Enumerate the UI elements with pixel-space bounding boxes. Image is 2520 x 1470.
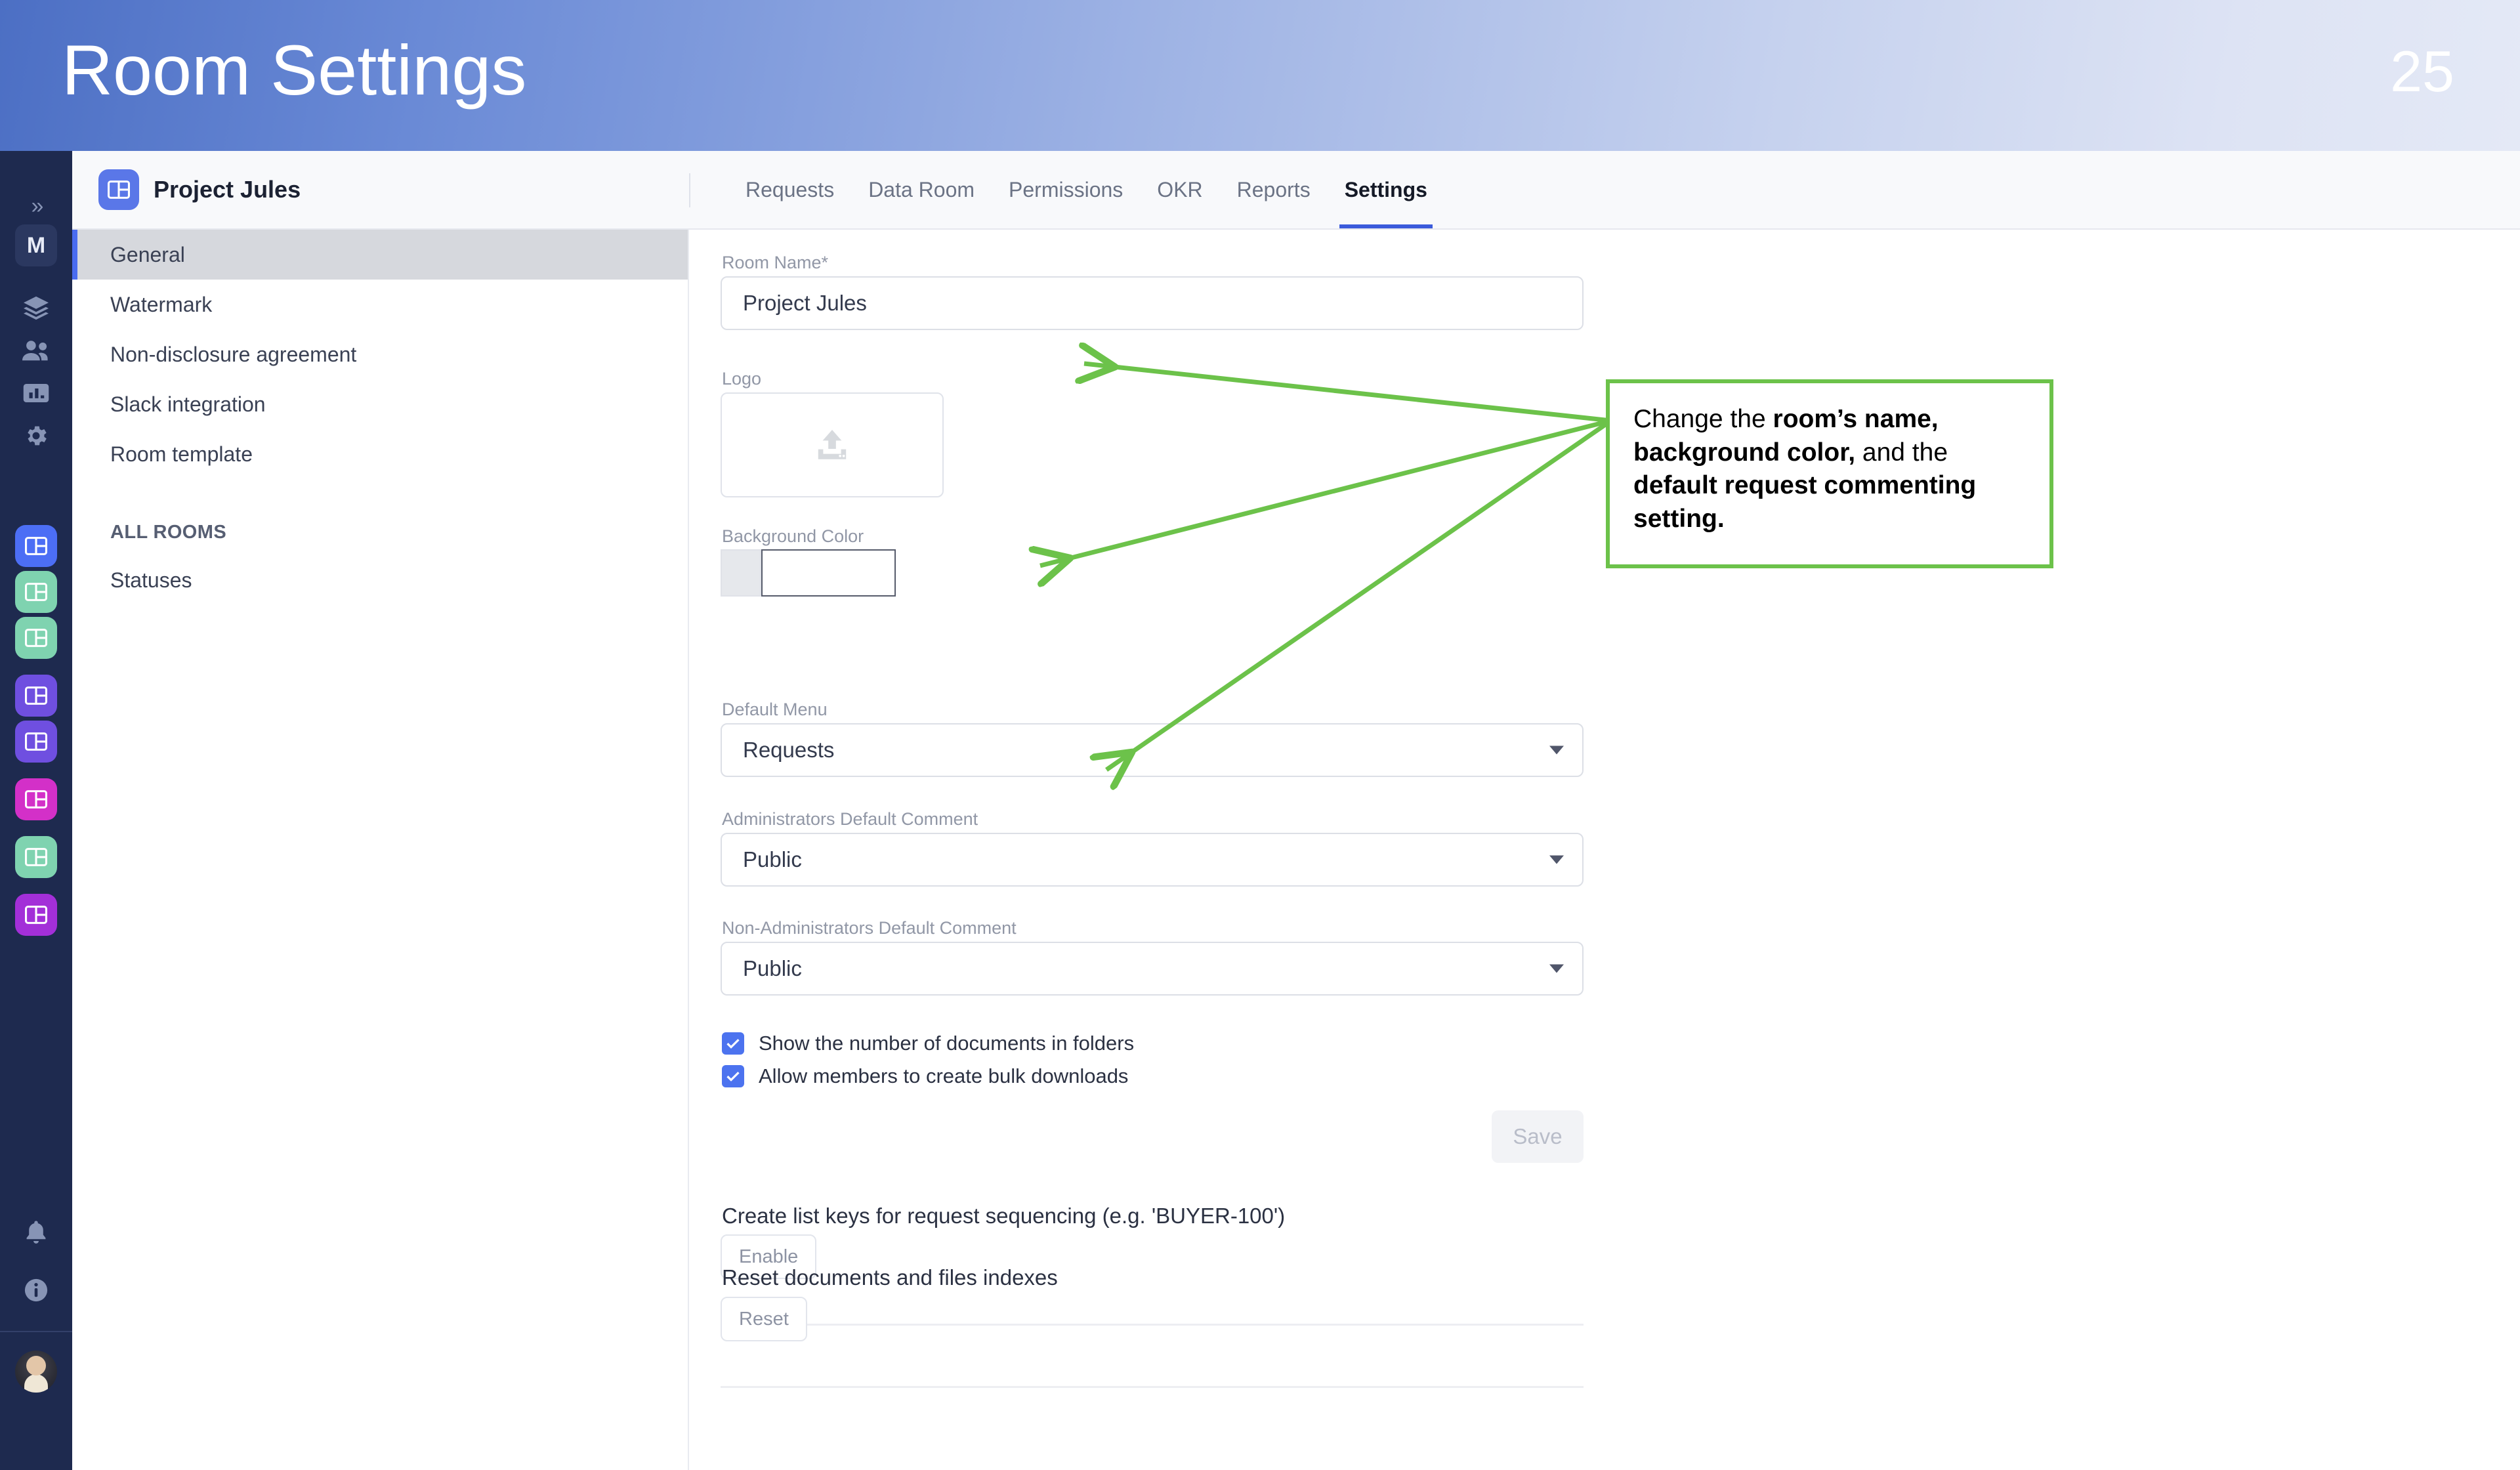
global-sidebar: » M (0, 151, 72, 1470)
sidebar-item-nda[interactable]: Non-disclosure agreement (72, 329, 688, 379)
sidebar-item-slack-integration[interactable]: Slack integration (72, 379, 688, 429)
room-name-input[interactable]: Project Jules (721, 276, 1584, 330)
chevron-down-icon (1549, 855, 1564, 864)
checkbox-label-show-document-count: Show the number of documents in folders (759, 1032, 1135, 1055)
background-color-label: Background Color (722, 526, 864, 546)
info-icon[interactable] (15, 1269, 57, 1311)
tab-settings[interactable]: Settings (1328, 151, 1444, 228)
slide-banner: Room Settings 25 (0, 0, 2520, 151)
sidebar-group-all-rooms: ALL ROOMS (110, 521, 227, 543)
org-badge[interactable]: M (15, 224, 57, 266)
logo-upload-dropzone[interactable] (721, 392, 944, 497)
room-name-label: Project Jules (154, 176, 301, 203)
checkbox-row-bulk-downloads[interactable]: Allow members to create bulk downloads (722, 1064, 1128, 1088)
save-button[interactable]: Save (1492, 1110, 1584, 1163)
room-icon-3[interactable] (15, 617, 57, 659)
sidebar-item-general[interactable]: General (72, 230, 688, 280)
section-divider (721, 1324, 1584, 1326)
room-icon-2[interactable] (15, 571, 57, 613)
checkbox-bulk-downloads[interactable] (722, 1065, 744, 1087)
tab-data-room[interactable]: Data Room (851, 151, 992, 228)
default-menu-value: Requests (743, 738, 835, 762)
chevron-down-icon (1549, 746, 1564, 755)
room-icon-1[interactable] (15, 525, 57, 567)
avatar[interactable] (15, 1351, 57, 1393)
room-icon-5[interactable] (15, 721, 57, 763)
administrators-default-comment-label: Administrators Default Comment (722, 809, 978, 829)
background-color-control[interactable] (721, 549, 896, 597)
color-hex-input[interactable] (761, 549, 896, 597)
room-tabs: Requests Data Room Permissions OKR Repor… (728, 151, 1444, 230)
annotation-part-4: default request commenting setting. (1633, 471, 1977, 534)
administrators-default-comment-select[interactable]: Public (721, 833, 1584, 887)
tab-reports[interactable]: Reports (1220, 151, 1328, 228)
sidebar-item-watermark[interactable]: Watermark (72, 280, 688, 329)
section-divider-bottom (721, 1386, 1584, 1388)
room-icon-6[interactable] (15, 778, 57, 820)
room-icon-8[interactable] (15, 894, 57, 936)
annotation-callout: Change the room’s name, background color… (1606, 379, 2053, 568)
color-swatch-button[interactable] (721, 549, 761, 597)
default-menu-select[interactable]: Requests (721, 723, 1584, 777)
layers-icon[interactable] (15, 287, 57, 329)
people-icon[interactable] (15, 329, 57, 371)
header-divider (689, 173, 690, 207)
check-icon (726, 1039, 740, 1049)
tab-okr[interactable]: OKR (1140, 151, 1219, 228)
checkbox-show-document-count[interactable] (722, 1032, 744, 1055)
non-administrators-default-comment-value: Public (743, 956, 802, 980)
reset-button[interactable]: Reset (721, 1297, 807, 1341)
upload-icon (818, 430, 847, 459)
annotation-text: Change the room’s name, background color… (1633, 403, 2027, 536)
list-keys-heading: Create list keys for request sequencing … (722, 1204, 1286, 1228)
sidebar-item-room-template[interactable]: Room template (72, 429, 688, 479)
sidebar-item-statuses[interactable]: Statuses (72, 555, 688, 605)
logo-label: Logo (722, 369, 762, 388)
app-window: » M Project Jules Requests Data Room Per… (0, 151, 2520, 1470)
chevron-down-icon (1549, 964, 1564, 973)
checkbox-label-bulk-downloads: Allow members to create bulk downloads (759, 1064, 1129, 1087)
tab-permissions[interactable]: Permissions (992, 151, 1140, 228)
non-administrators-default-comment-select[interactable]: Public (721, 942, 1584, 996)
check-icon (726, 1072, 740, 1082)
annotation-part-1: Change the (1633, 405, 1773, 433)
general-settings-form: Room Name* Project Jules Logo Background… (689, 230, 2520, 1470)
reset-indexes-heading: Reset documents and files indexes (722, 1265, 1058, 1290)
slide-number: 25 (2390, 39, 2454, 104)
checkbox-row-show-document-count[interactable]: Show the number of documents in folders (722, 1032, 1134, 1055)
room-name-label: Room Name* (722, 253, 829, 272)
non-administrators-default-comment-label: Non-Administrators Default Comment (722, 918, 1017, 938)
administrators-default-comment-value: Public (743, 847, 802, 872)
settings-sidebar: General Watermark Non-disclosure agreeme… (72, 230, 689, 1470)
chart-icon[interactable] (15, 372, 57, 414)
bell-icon[interactable] (15, 1211, 57, 1253)
tab-requests[interactable]: Requests (728, 151, 851, 228)
default-menu-label: Default Menu (722, 700, 828, 719)
page-title: Room Settings (62, 30, 527, 110)
room-icon (98, 169, 139, 210)
gear-icon[interactable] (15, 415, 57, 457)
room-header: Project Jules Requests Data Room Permiss… (72, 151, 2520, 230)
chevron-double-right-icon[interactable]: » (15, 185, 57, 227)
room-icon-4[interactable] (15, 675, 57, 717)
breadcrumb[interactable]: Project Jules (98, 169, 301, 210)
room-icon-7[interactable] (15, 836, 57, 878)
sidebar-divider (0, 1331, 72, 1332)
annotation-part-3: and the (1855, 438, 1948, 467)
